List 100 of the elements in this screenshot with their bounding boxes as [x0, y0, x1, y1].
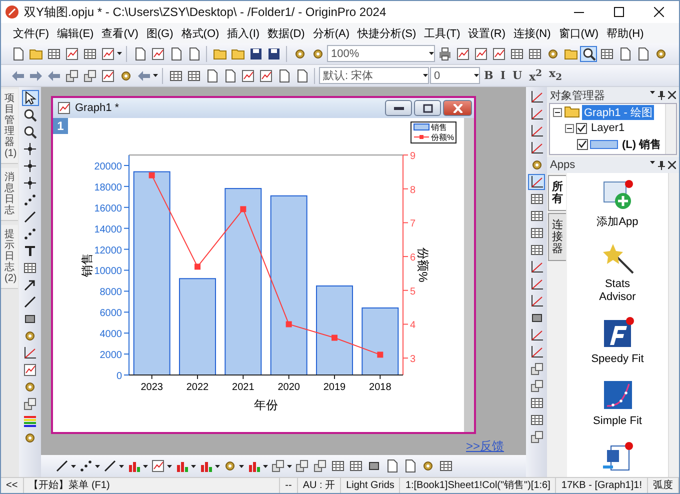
tree-item[interactable]: Graph1 - 绘图 [582, 104, 654, 120]
layers-icon [530, 430, 544, 444]
toolbar-button[interactable] [329, 458, 346, 474]
toolbar-button[interactable] [22, 192, 38, 208]
menu-item[interactable]: 图(G) [142, 24, 178, 42]
menu-item[interactable]: 窗口(W) [554, 24, 603, 42]
tree-item[interactable]: (L) 销售 [620, 136, 664, 152]
app-item[interactable]: 添加App [588, 177, 648, 235]
scrollbar[interactable] [665, 104, 676, 154]
layers-icon [23, 397, 37, 411]
menu-item[interactable]: 设置(R) [464, 24, 510, 42]
toolbar-button[interactable] [22, 124, 38, 140]
toolbar-button[interactable] [22, 345, 38, 361]
data-point-marker [377, 352, 384, 358]
toolbar-button[interactable] [22, 294, 38, 310]
toolbar-button[interactable] [528, 174, 545, 190]
format-button[interactable]: I [497, 66, 508, 84]
legend-label: 份额% [431, 133, 454, 142]
grid-icon [438, 459, 452, 473]
caret-icon [191, 464, 196, 468]
menu-item[interactable]: 分析(A) [308, 24, 354, 42]
menu-item[interactable]: 工具(T) [420, 24, 464, 42]
toolbar-button[interactable] [22, 226, 38, 242]
tick-label: 14000 [94, 224, 122, 236]
apps-tab[interactable]: 所有 [548, 175, 566, 212]
bar-chart-icon [126, 459, 140, 473]
menu-item[interactable]: 文件(F) [9, 24, 54, 42]
caret-icon [215, 464, 220, 468]
apps-tab[interactable]: 连接器 [548, 213, 566, 262]
line-chart-icon [258, 68, 272, 82]
caret-icon [117, 52, 122, 55]
app-item[interactable]: Stats Advisor [588, 239, 648, 310]
toolbar-button[interactable] [22, 158, 38, 174]
menu-item[interactable]: 连接(N) [510, 24, 555, 42]
toolbar-button[interactable] [22, 260, 38, 276]
tick-label: 18000 [94, 182, 122, 194]
app-item[interactable]: Simple Fit [588, 376, 648, 434]
menu-item[interactable]: 查看(V) [98, 24, 142, 42]
toolbar-button[interactable] [437, 458, 454, 474]
left-arrow-icon [10, 68, 24, 82]
bar-chart-icon [174, 459, 188, 473]
axis-icon [530, 124, 544, 138]
font-size-dropdown[interactable]: 0 [430, 67, 480, 84]
menu-item[interactable]: 快捷分析(S) [354, 24, 420, 42]
line-chart-icon [23, 363, 37, 377]
minimize-button[interactable] [385, 100, 412, 116]
menu-item[interactable]: 编辑(E) [53, 24, 98, 42]
dock-tab[interactable]: 消息日志 [1, 168, 18, 221]
tree-item[interactable]: Layer1 [589, 122, 627, 134]
crosshair-icon [23, 159, 37, 173]
collapse-toggle[interactable] [553, 108, 562, 116]
toolbar-button[interactable] [22, 107, 38, 123]
format-button[interactable]: U [509, 66, 526, 84]
pin-icon[interactable] [658, 90, 665, 100]
bar [362, 307, 399, 376]
document-icon [10, 46, 24, 60]
toolbar-button[interactable] [22, 209, 38, 225]
zoom-icon [23, 108, 37, 122]
toolbar-button[interactable] [528, 395, 545, 411]
toolbar-button[interactable] [528, 191, 545, 207]
app-item[interactable]: Speedy Fit [588, 314, 648, 372]
scrollbar[interactable] [464, 118, 474, 432]
format-button[interactable]: x$_{2}$ [546, 66, 565, 84]
toolbar-button[interactable] [528, 225, 545, 241]
menu-item[interactable]: 格式(O) [177, 24, 224, 42]
toolbar-button[interactable] [528, 242, 545, 258]
toolbar-button[interactable] [22, 413, 38, 429]
zoom-dropdown[interactable]: 100% [327, 45, 435, 62]
toolbar-button[interactable] [528, 208, 545, 224]
toolbar-button[interactable] [580, 46, 597, 62]
collapse-toggle[interactable] [565, 124, 574, 132]
close-icon[interactable] [668, 90, 676, 98]
layers-icon [530, 379, 544, 393]
crosshair-icon [23, 142, 37, 156]
dock-tab[interactable]: 提示日志 (2) [1, 225, 18, 289]
grid-icon [530, 243, 544, 257]
font-dropdown[interactable]: 默认: 宋体 [319, 67, 429, 84]
axis-icon [530, 107, 544, 121]
checkbox[interactable] [577, 138, 588, 150]
dock-tab[interactable]: 项目管理器 (1) [1, 89, 18, 164]
format-button[interactable]: x$^{2}$ [526, 66, 545, 84]
data-point-marker [240, 206, 246, 212]
close-icon[interactable] [668, 160, 676, 168]
checkbox[interactable] [576, 122, 587, 134]
minus-icon [555, 110, 560, 114]
pin-icon[interactable] [658, 160, 665, 170]
menu-item[interactable]: 数据(D) [264, 24, 309, 42]
format-button[interactable]: B [481, 66, 496, 84]
toolbar-button[interactable] [347, 458, 364, 474]
toolbar-button[interactable] [22, 175, 38, 191]
restore-button[interactable] [414, 100, 441, 116]
arrow-icon [23, 278, 37, 292]
toolbar-button[interactable] [528, 412, 545, 428]
menu-item[interactable]: 插入(I) [223, 24, 264, 42]
status-segment: 1:[Book1]Sheet1!Col("销售")[1:6] [400, 478, 556, 493]
toolbar-button[interactable] [22, 141, 38, 157]
tick-label: 10000 [94, 266, 122, 278]
menu-item[interactable]: 帮助(H) [602, 24, 648, 42]
toolbar-button[interactable] [22, 90, 38, 106]
document-icon [222, 68, 236, 82]
